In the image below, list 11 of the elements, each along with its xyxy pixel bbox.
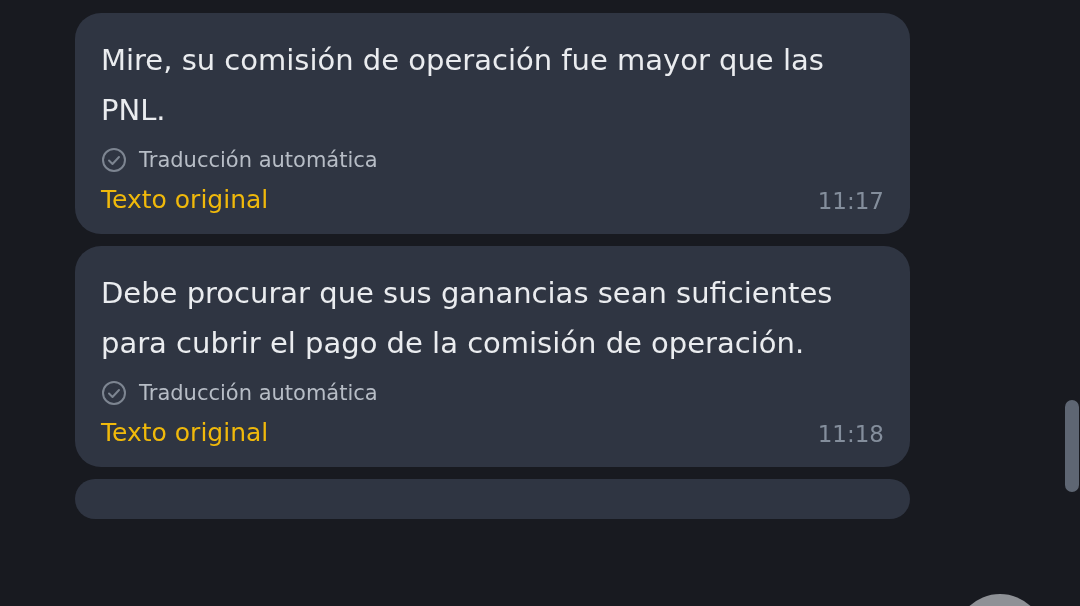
check-circle-icon bbox=[101, 380, 127, 406]
message-time: 11:17 bbox=[817, 188, 884, 214]
original-text-link[interactable]: Texto original bbox=[101, 418, 269, 447]
message-time: 11:18 bbox=[817, 421, 884, 447]
original-text-link[interactable]: Texto original bbox=[101, 185, 269, 214]
translation-label: Traducción automática bbox=[139, 148, 378, 172]
message-text: Debe procurar que sus ganancias sean suficientes para cubrir el pago de la comisión de operación. bbox=[101, 275, 834, 362]
check-circle-icon bbox=[101, 147, 127, 173]
translation-label: Traducción automática bbox=[139, 381, 378, 405]
message-text: Mire, su comisión de operación fue mayor que las PNL. bbox=[101, 42, 825, 129]
scrollbar-thumb[interactable] bbox=[1065, 400, 1079, 492]
